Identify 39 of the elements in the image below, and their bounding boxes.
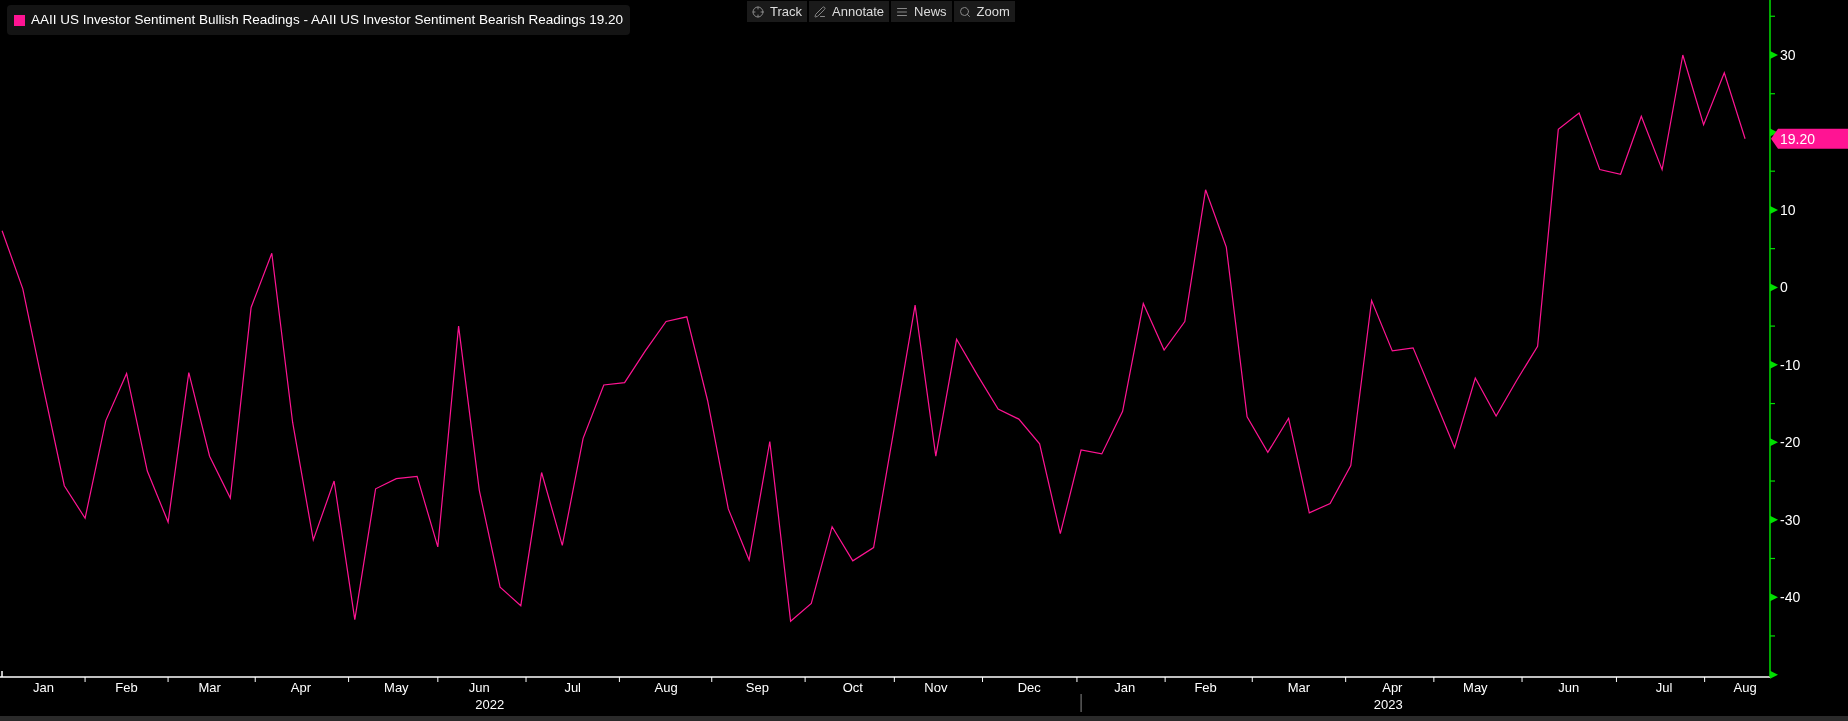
toolbar-button[interactable]: Annotate	[809, 1, 890, 22]
pencil-icon	[814, 5, 827, 18]
x-tick-label: Feb	[1194, 680, 1217, 695]
y-tick-label: -40	[1780, 589, 1801, 606]
x-tick-label: Apr	[1382, 680, 1403, 695]
lines-icon	[896, 5, 909, 18]
y-tick-label: 30	[1780, 47, 1796, 63]
search-icon	[958, 5, 971, 18]
y-tick-label: -10	[1780, 356, 1801, 373]
last-value-label: 19.20	[1780, 130, 1816, 147]
x-tick-label: Oct	[842, 680, 863, 695]
x-tick-label: Jun	[1558, 680, 1580, 695]
year-label: 2022	[475, 697, 505, 712]
x-tick-label: Jul	[564, 680, 581, 695]
x-tick-label: Feb	[115, 680, 138, 695]
x-tick-label: May	[1463, 680, 1488, 695]
y-tick-label: 10	[1780, 201, 1796, 218]
x-tick-label: Mar	[198, 680, 221, 695]
y-tick-label: 0	[1780, 279, 1788, 296]
x-tick-label: Jan	[1114, 680, 1136, 695]
x-tick-label: Jun	[468, 680, 490, 695]
x-tick-label: Sep	[745, 680, 769, 695]
x-tick-label: Mar	[1287, 680, 1311, 695]
x-tick-label: Dec	[1017, 680, 1041, 695]
toolbar-button[interactable]: News	[891, 1, 952, 22]
toolbar-button[interactable]: Zoom	[953, 1, 1015, 22]
x-tick-label: Aug	[654, 680, 678, 695]
y-tick-label: -20	[1780, 434, 1801, 451]
crosshair-icon	[752, 5, 764, 18]
x-tick-label: Nov	[924, 680, 948, 695]
toolbar-button[interactable]: Track	[747, 1, 808, 22]
legend-text: AAII US Investor Sentiment Bullish Readings - AAII US Investor Sentiment Bearish Readings 19.20	[31, 10, 624, 29]
x-tick-label: Jan	[33, 680, 55, 695]
year-label: 2023	[1373, 697, 1403, 712]
x-tick-label: Jul	[1655, 680, 1673, 695]
x-tick-label: May	[384, 680, 409, 695]
x-tick-label: Aug	[1733, 680, 1757, 695]
y-tick-label: -30	[1780, 511, 1801, 528]
x-tick-label: Apr	[290, 680, 311, 695]
